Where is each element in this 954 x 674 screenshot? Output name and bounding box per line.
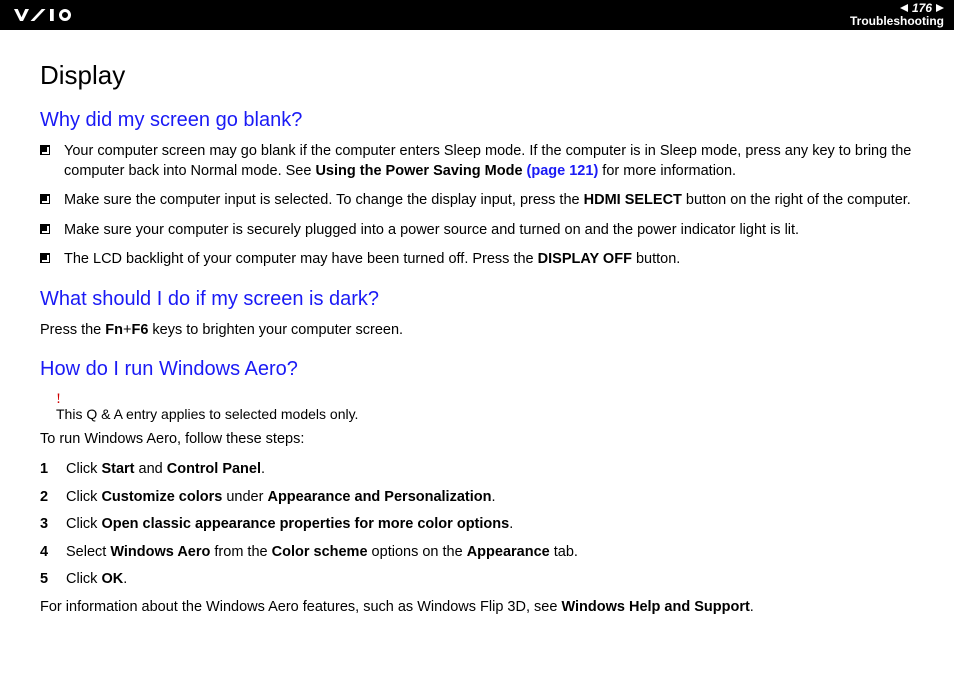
bullet-text: The LCD backlight of your computer may h… [64,250,680,270]
applies-note: This Q & A entry applies to selected mod… [56,406,924,422]
step-number: 2 [40,488,52,508]
step-text: Click Open classic appearance properties… [66,515,513,535]
step-number: 1 [40,460,52,480]
step-item: 3 Click Open classic appearance propertie… [40,515,924,535]
bullet-icon [40,145,50,155]
step-item: 1 Click Start and Control Panel. [40,460,924,480]
bullet-item: Make sure your computer is securely plug… [40,221,924,241]
bullet-icon [40,253,50,263]
steps-outro: For information about the Windows Aero f… [40,598,924,618]
steps-list: 1 Click Start and Control Panel. 2 Click C… [40,460,924,590]
bullet-text: Make sure the computer input is selected… [64,191,911,211]
bullet-icon [40,194,50,204]
question-2-heading: What should I do if my screen is dark? [40,288,924,311]
bullet-text: Your computer screen may go blank if the… [64,142,924,181]
vaio-logo [14,7,104,23]
step-number: 3 [40,515,52,535]
step-text: Click OK. [66,570,127,590]
bullet-text: Make sure your computer is securely plug… [64,221,799,241]
step-text: Click Start and Control Panel. [66,460,265,480]
bullet-item: Make sure the computer input is selected… [40,191,924,211]
step-text: Click Customize colors under Appearance … [66,488,496,508]
question-1-bullets: Your computer screen may go blank if the… [40,142,924,270]
page-title: Display [40,60,924,91]
step-number: 5 [40,570,52,590]
step-item: 2 Click Customize colors under Appearance… [40,488,924,508]
bullet-item: Your computer screen may go blank if the… [40,142,924,181]
step-text: Select Windows Aero from the Color schem… [66,543,578,563]
step-item: 4 Select Windows Aero from the Color sche… [40,543,924,563]
page-content: Display Why did my screen go blank? Your… [0,30,954,647]
step-item: 5 Click OK. [40,570,924,590]
bullet-icon [40,224,50,234]
next-page-arrow-icon[interactable] [936,4,944,12]
prev-page-arrow-icon[interactable] [900,4,908,12]
header-right: 176 Troubleshooting [850,2,944,28]
page-link[interactable]: (page 121) [527,163,599,179]
question-3-heading: How do I run Windows Aero? [40,358,924,381]
steps-intro: To run Windows Aero, follow these steps: [40,430,924,450]
question-1-heading: Why did my screen go blank? [40,109,924,132]
bullet-item: The LCD backlight of your computer may h… [40,250,924,270]
section-name: Troubleshooting [850,15,944,28]
question-2-body: Press the Fn+F6 keys to brighten your co… [40,321,924,341]
page-header: 176 Troubleshooting [0,0,954,30]
step-number: 4 [40,543,52,563]
